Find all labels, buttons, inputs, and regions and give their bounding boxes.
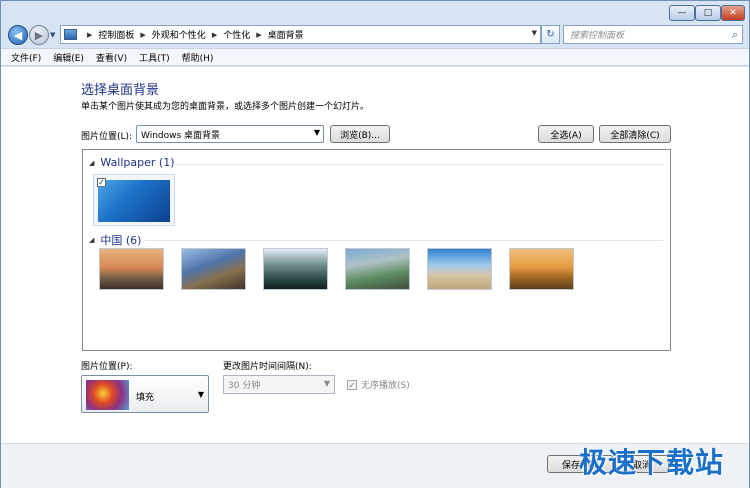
minimize-button[interactable]: — — [669, 5, 695, 21]
breadcrumb: ▶ 控制面板 ▶ 外观和个性化 ▶ 个性化 ▶ 桌面背景 — [81, 28, 304, 42]
wallpaper-thumbnail[interactable] — [263, 248, 328, 290]
wallpaper-thumbnail[interactable] — [99, 248, 164, 290]
menu-edit[interactable]: 编辑(E) — [53, 51, 84, 64]
menu-tools[interactable]: 工具(T) — [139, 51, 170, 64]
picture-position-label: 图片位置(P): — [81, 362, 133, 372]
breadcrumb-desktop-background[interactable]: 桌面背景 — [268, 28, 304, 41]
browse-button-label: 浏览(B)... — [340, 130, 380, 141]
breadcrumb-personalization[interactable]: 个性化 — [223, 28, 250, 41]
title-bar: — □ ✕ — [1, 1, 749, 21]
group-divider — [173, 164, 663, 165]
refresh-button[interactable]: ↻ — [541, 25, 560, 44]
breadcrumb-appearance[interactable]: 外观和个性化 — [152, 28, 206, 41]
group-title: 中国 (6) — [100, 234, 142, 247]
wallpaper-thumbnail[interactable] — [345, 248, 410, 290]
breadcrumb-control-panel[interactable]: 控制面板 — [98, 28, 134, 41]
wallpaper-gallery[interactable]: ◢ Wallpaper (1) ✓ ◢ 中国 (6) — [82, 149, 671, 351]
select-all-button[interactable]: 全选(A) — [538, 125, 594, 143]
chevron-right-icon[interactable]: ▶ — [87, 31, 92, 39]
refresh-icon: ↻ — [546, 29, 555, 40]
interval-select[interactable]: 30 分钟 ▼ — [223, 375, 335, 394]
chevron-down-icon: ▼ — [197, 390, 204, 399]
chevron-down-icon: ▼ — [313, 128, 320, 137]
menu-view[interactable]: 查看(V) — [96, 51, 127, 64]
menu-bar: 文件(F) 编辑(E) 查看(V) 工具(T) 帮助(H) — [1, 48, 749, 66]
menu-file[interactable]: 文件(F) — [11, 51, 41, 64]
group-header-china[interactable]: ◢ 中国 (6) — [89, 232, 141, 248]
menu-help[interactable]: 帮助(H) — [182, 51, 214, 64]
maximize-button[interactable]: □ — [695, 5, 721, 21]
group-header-wallpaper[interactable]: ◢ Wallpaper (1) — [89, 156, 175, 169]
forward-button[interactable]: ▶ — [29, 25, 49, 45]
content-pane: 选择桌面背景 单击某个图片使其成为您的桌面背景，或选择多个图片创建一个幻灯片。 … — [1, 67, 749, 443]
recent-pages-dropdown-icon[interactable]: ▼ — [50, 31, 55, 39]
shuffle-label: 无序播放(S) — [361, 381, 410, 391]
picture-position-value: 填充 — [136, 393, 155, 403]
select-all-label: 全选(A) — [550, 130, 582, 141]
maximize-icon: □ — [703, 8, 713, 18]
clear-all-label: 全部清除(C) — [610, 130, 660, 141]
page-title: 选择桌面背景 — [81, 83, 160, 98]
clear-all-button[interactable]: 全部清除(C) — [599, 125, 671, 143]
shuffle-option[interactable]: ✓ 无序播放(S) — [347, 378, 410, 391]
picture-location-select[interactable]: Windows 桌面背景 ▼ — [136, 125, 324, 143]
search-placeholder: 搜索控制面板 — [570, 31, 625, 41]
wallpaper-thumbnail[interactable] — [427, 248, 492, 290]
arrow-right-icon: ▶ — [34, 28, 44, 42]
picture-location-value: Windows 桌面背景 — [141, 130, 221, 141]
close-button[interactable]: ✕ — [721, 5, 745, 21]
chevron-right-icon[interactable]: ▶ — [140, 31, 145, 39]
thumbnail-checkbox[interactable]: ✓ — [97, 178, 106, 187]
picture-location-label: 图片位置(L): — [81, 132, 133, 142]
minimize-icon: — — [677, 8, 687, 18]
group-title: Wallpaper (1) — [100, 156, 175, 169]
interval-label: 更改图片时间间隔(N): — [223, 362, 312, 372]
picture-position-select[interactable]: 填充 ▼ — [81, 375, 209, 413]
control-panel-icon — [64, 29, 77, 40]
wallpaper-thumbnail[interactable] — [509, 248, 574, 290]
chevron-down-icon: ▼ — [323, 379, 330, 388]
interval-value: 30 分钟 — [228, 381, 261, 391]
address-dropdown-icon[interactable]: ▼ — [532, 29, 537, 37]
page-description: 单击某个图片使其成为您的桌面背景，或选择多个图片创建一个幻灯片。 — [81, 102, 370, 112]
chevron-right-icon[interactable]: ▶ — [212, 31, 217, 39]
position-preview-image — [86, 380, 129, 410]
chevron-right-icon[interactable]: ▶ — [256, 31, 261, 39]
back-button[interactable]: ◀ — [8, 25, 28, 45]
address-bar[interactable]: ▶ 控制面板 ▶ 外观和个性化 ▶ 个性化 ▶ 桌面背景 ▼ — [60, 25, 541, 44]
browse-button[interactable]: 浏览(B)... — [330, 125, 390, 143]
collapse-triangle-icon[interactable]: ◢ — [89, 236, 94, 244]
arrow-left-icon: ◀ — [13, 28, 23, 42]
shuffle-checkbox[interactable]: ✓ — [347, 379, 357, 390]
site-watermark: 极速下载站 — [579, 446, 725, 479]
search-input[interactable]: 搜索控制面板 ⌕ — [563, 25, 743, 44]
search-icon[interactable]: ⌕ — [732, 28, 738, 42]
group-divider — [145, 240, 663, 241]
wallpaper-thumbnail[interactable] — [181, 248, 246, 290]
collapse-triangle-icon[interactable]: ◢ — [89, 159, 94, 167]
close-icon: ✕ — [729, 8, 737, 18]
wallpaper-thumbnail-selected[interactable]: ✓ — [93, 174, 175, 226]
window: — □ ✕ ◀ ▶ ▼ ▶ 控制面板 ▶ 外观和个性化 ▶ 个性化 ▶ 桌面背景… — [0, 0, 750, 488]
windows-logo-wallpaper — [98, 180, 170, 222]
